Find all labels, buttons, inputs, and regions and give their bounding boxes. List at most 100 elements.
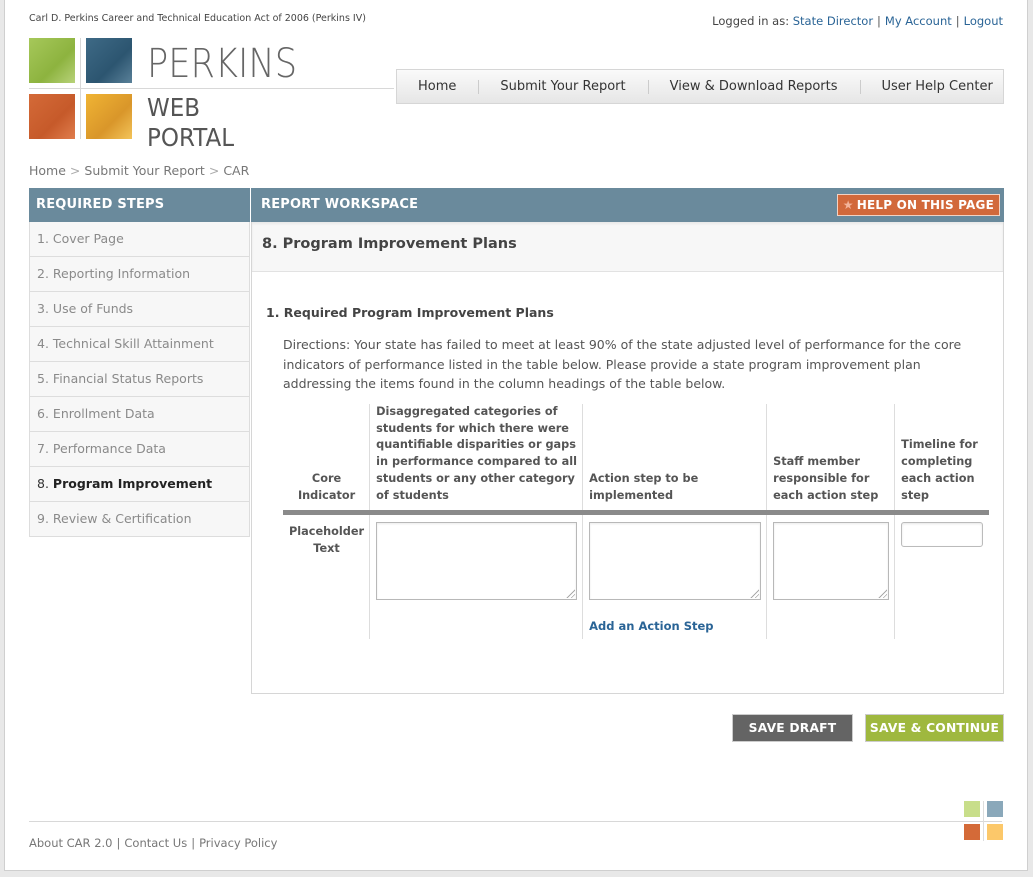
step-label: Use of Funds (52, 301, 134, 316)
logo-tile-keyboard-image (86, 38, 132, 83)
sidebar-step-reporting-information[interactable]: 2. Reporting Information (29, 257, 250, 292)
column-header-disaggregated-categories: Disaggregated categories of students for… (369, 404, 583, 513)
login-prefix: Logged in as: (712, 14, 790, 28)
separator: | (955, 14, 960, 28)
table-header-row: Core Indicator Disaggregated categories … (283, 404, 989, 513)
separator: | (191, 836, 196, 850)
help-on-this-page-button[interactable]: ★ HELP ON THIS PAGE (836, 194, 1000, 216)
footer-logo-icon (964, 801, 1004, 841)
footer-about-link[interactable]: About CAR 2.0 (29, 836, 113, 850)
add-action-step-link[interactable]: Add an Action Step (589, 619, 761, 633)
nav-view-download-reports[interactable]: View & Download Reports (647, 79, 860, 94)
breadcrumb-separator: > (208, 163, 220, 178)
separator: | (877, 14, 881, 28)
core-indicator-cell: Placeholder Text (289, 525, 365, 555)
logo-title: PERKINS (147, 41, 298, 87)
step-label: Financial Status Reports (52, 371, 204, 386)
sidebar-step-use-of-funds[interactable]: 3. Use of Funds (29, 292, 250, 327)
logo-tile-chart-image (29, 94, 75, 139)
step-number: 8. (37, 476, 49, 491)
workspace-header: REPORT WORKSPACE ★ HELP ON THIS PAGE (251, 188, 1004, 222)
staff-member-cell (766, 512, 895, 640)
nav-submit-your-report[interactable]: Submit Your Report (478, 79, 647, 94)
step-number: 2. (37, 266, 49, 281)
column-header-staff-member: Staff member responsible for each action… (766, 404, 895, 513)
my-account-link[interactable]: My Account (885, 14, 952, 28)
table-row: Placeholder Text Add an Action Step (283, 512, 989, 640)
workspace-title: REPORT WORKSPACE (261, 197, 419, 212)
logo-subtitle: WEB PORTAL (147, 93, 235, 152)
logo-tile-students-image (29, 38, 75, 83)
logo-tile-student-image (86, 94, 132, 139)
resize-grip-icon[interactable] (565, 588, 576, 599)
improvement-plan-table: Core Indicator Disaggregated categories … (283, 404, 989, 640)
step-label: Performance Data (52, 441, 166, 456)
logout-link[interactable]: Logout (964, 14, 1003, 28)
sidebar-step-technical-skill-attainment[interactable]: 4. Technical Skill Attainment (29, 327, 250, 362)
login-bar: Logged in as: State Director | My Account |… (712, 14, 1003, 28)
column-header-action-step: Action step to be implemented (582, 404, 767, 513)
logo-square-orange (964, 824, 980, 840)
step-number: 6. (37, 406, 49, 421)
footer-privacy-link[interactable]: Privacy Policy (199, 836, 277, 850)
resize-grip-icon[interactable] (877, 588, 888, 599)
disaggregated-categories-textarea[interactable] (376, 522, 578, 601)
save-draft-button[interactable]: SAVE DRAFT (732, 714, 853, 742)
breadcrumb-home[interactable]: Home (29, 163, 66, 178)
breadcrumb: Home > Submit Your Report > CAR (29, 163, 249, 178)
nav-home[interactable]: Home (397, 79, 478, 94)
sidebar-step-program-improvement[interactable]: 8. Program Improvement (29, 467, 250, 502)
logo-square-yellow (987, 824, 1003, 840)
user-role-link[interactable]: State Director (793, 14, 873, 28)
step-label: Reporting Information (52, 266, 191, 281)
action-step-cell: Add an Action Step (582, 512, 767, 640)
step-label: Enrollment Data (52, 406, 155, 421)
main-nav: Home Submit Your Report View & Download … (396, 69, 1004, 104)
breadcrumb-submit-your-report[interactable]: Submit Your Report (84, 163, 204, 178)
page: Carl D. Perkins Career and Technical Edu… (4, 0, 1028, 871)
nav-user-help-center[interactable]: User Help Center (859, 79, 1015, 94)
column-header-timeline: Timeline for completing each action step (894, 404, 989, 513)
logo-divider (29, 88, 394, 89)
footer-links: About CAR 2.0 | Contact Us | Privacy Policy (29, 836, 277, 850)
act-title: Carl D. Perkins Career and Technical Edu… (29, 13, 366, 24)
step-label: Program Improvement (52, 476, 213, 491)
logo-square-blue (987, 801, 1003, 817)
sidebar-step-financial-status-reports[interactable]: 5. Financial Status Reports (29, 362, 250, 397)
required-steps-sidebar: REQUIRED STEPS 1. Cover Page 2. Reportin… (29, 188, 250, 537)
subsection-title: 1. Required Program Improvement Plans (266, 305, 554, 320)
star-icon: ★ (842, 198, 854, 212)
sidebar-title: REQUIRED STEPS (29, 188, 250, 222)
step-number: 3. (37, 301, 49, 316)
logo-divider (983, 801, 984, 841)
timeline-input[interactable] (901, 522, 984, 548)
sidebar-step-enrollment-data[interactable]: 6. Enrollment Data (29, 397, 250, 432)
breadcrumb-current: CAR (223, 163, 250, 178)
sidebar-step-performance-data[interactable]: 7. Performance Data (29, 432, 250, 467)
footer-contact-link[interactable]: Contact Us (124, 836, 187, 850)
help-label: HELP ON THIS PAGE (856, 198, 994, 212)
step-label: Review & Certification (52, 511, 192, 526)
step-number: 7. (37, 441, 49, 456)
resize-grip-icon[interactable] (749, 588, 760, 599)
sidebar-step-cover-page[interactable]: 1. Cover Page (29, 222, 250, 257)
directions-text: Directions: Your state has failed to mee… (283, 337, 962, 391)
breadcrumb-separator: > (69, 163, 81, 178)
step-number: 9. (37, 511, 49, 526)
step-label: Cover Page (52, 231, 124, 246)
step-label: Technical Skill Attainment (52, 336, 214, 351)
footer-divider (29, 821, 1002, 822)
sidebar-step-review-certification[interactable]: 9. Review & Certification (29, 502, 250, 537)
timeline-cell (894, 512, 989, 640)
step-number: 4. (37, 336, 49, 351)
logo-square-green (964, 801, 980, 817)
save-continue-button[interactable]: SAVE & CONTINUE (865, 714, 1004, 742)
staff-member-textarea[interactable] (773, 522, 890, 601)
action-step-textarea[interactable] (589, 522, 762, 601)
step-number: 5. (37, 371, 49, 386)
step-number: 1. (37, 231, 49, 246)
column-header-core-indicator: Core Indicator (297, 471, 356, 502)
separator: | (116, 836, 121, 850)
report-workspace: REPORT WORKSPACE ★ HELP ON THIS PAGE 8. P… (251, 188, 1004, 694)
disaggregated-categories-cell (369, 512, 583, 640)
